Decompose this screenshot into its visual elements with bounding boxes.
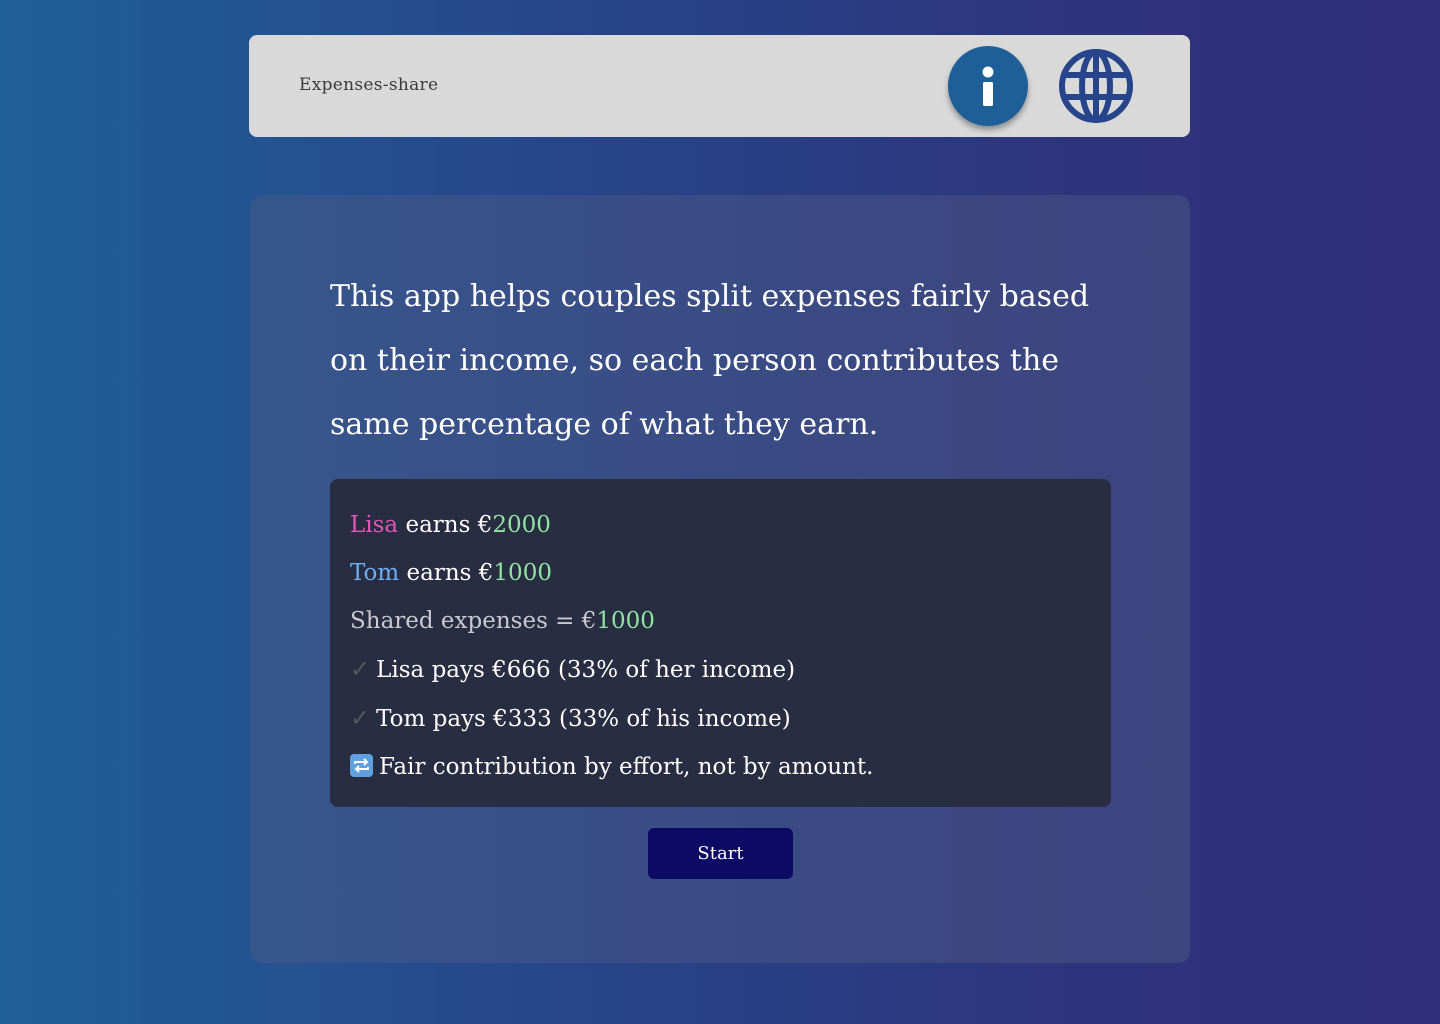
fair-contribution-text: Fair contribution by effort, not by amou… bbox=[379, 754, 874, 780]
globe-icon bbox=[1059, 49, 1133, 123]
repeat-icon bbox=[350, 754, 373, 777]
tom-amount: 1000 bbox=[493, 560, 552, 586]
lisa-earns-label: earns € bbox=[398, 512, 493, 538]
tom-pays-text: Tom pays €333 (33% of his income) bbox=[376, 706, 791, 732]
top-bar: Expenses-share bbox=[249, 35, 1190, 137]
example-box: Lisa earns €2000 Tom earns €1000 Shared … bbox=[330, 479, 1111, 807]
tom-name: Tom bbox=[350, 560, 400, 586]
language-button[interactable] bbox=[1058, 48, 1134, 124]
check-icon: ✓ bbox=[350, 704, 371, 732]
lisa-income-line: Lisa earns €2000 bbox=[350, 501, 1091, 549]
fair-contribution-line: Fair contribution by effort, not by amou… bbox=[350, 743, 1091, 791]
check-icon: ✓ bbox=[350, 655, 371, 683]
shared-amount: 1000 bbox=[596, 608, 655, 634]
tom-income-line: Tom earns €1000 bbox=[350, 549, 1091, 597]
tom-pays-line: ✓ Tom pays €333 (33% of his income) bbox=[350, 694, 1091, 743]
start-button[interactable]: Start bbox=[648, 828, 793, 879]
tom-earns-label: earns € bbox=[399, 560, 494, 586]
lisa-amount: 2000 bbox=[492, 512, 551, 538]
app-title: Expenses-share bbox=[299, 75, 439, 95]
info-button[interactable] bbox=[948, 46, 1028, 126]
shared-expenses-label: Shared expenses = € bbox=[350, 608, 597, 634]
intro-text: This app helps couples split expenses fa… bbox=[330, 279, 1090, 442]
lisa-name: Lisa bbox=[350, 512, 399, 538]
info-icon bbox=[982, 66, 994, 106]
shared-expenses-line: Shared expenses = €1000 bbox=[350, 597, 1091, 645]
lisa-pays-line: ✓ Lisa pays €666 (33% of her income) bbox=[350, 645, 1091, 694]
lisa-pays-text: Lisa pays €666 (33% of her income) bbox=[376, 657, 796, 683]
intro-card: This app helps couples split expenses fa… bbox=[250, 195, 1190, 963]
